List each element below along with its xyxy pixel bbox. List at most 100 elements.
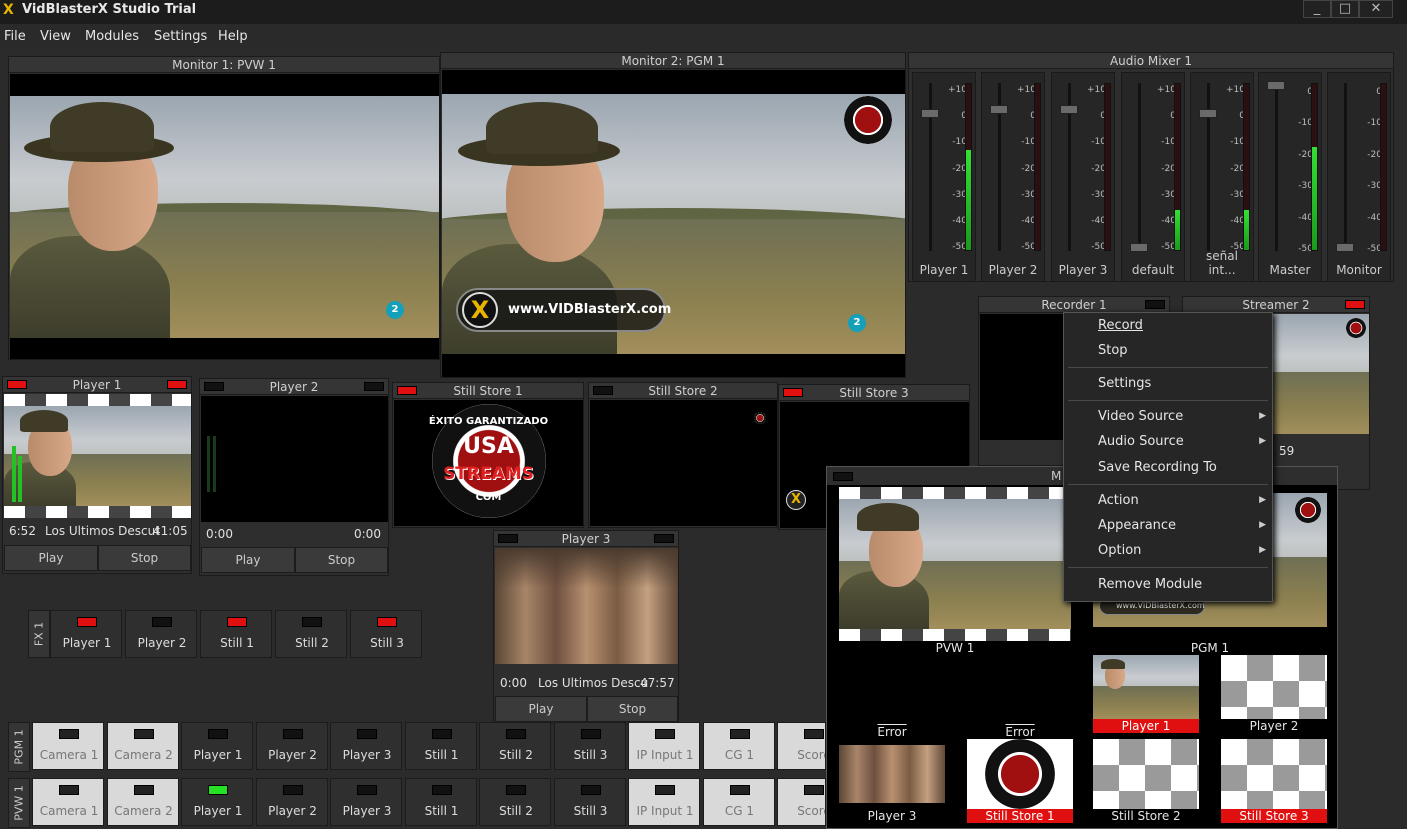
scale-label: -20 — [1367, 149, 1382, 160]
pvw-button-0[interactable]: Camera 1 — [32, 778, 104, 826]
player-2-panel[interactable]: Player 2 0:00 0:00 Play Stop — [199, 378, 389, 576]
pvw-button-5[interactable]: Still 1 — [404, 778, 477, 826]
level-meter — [1174, 83, 1181, 251]
context-menu-appearance[interactable]: Appearance — [1098, 518, 1176, 534]
context-menu-audio-source[interactable]: Audio Source — [1098, 434, 1184, 450]
menu-help[interactable]: Help — [218, 28, 248, 46]
pgm-button-9[interactable]: CG 1 — [702, 722, 775, 770]
player-2-stop-button[interactable]: Stop — [295, 547, 388, 573]
scale-label: -50 — [1298, 244, 1313, 255]
multiview-led — [833, 472, 853, 481]
context-menu-stop[interactable]: Stop — [1098, 343, 1128, 359]
close-button[interactable]: ✕ — [1359, 0, 1393, 18]
menu-file[interactable]: File — [4, 28, 26, 46]
still-store-1-image: ÉXITO GARANTIZADO USA STREAMS COM — [394, 400, 583, 526]
switcher-button-label: Player 2 — [137, 636, 187, 650]
pvw-button-10[interactable]: Score — [777, 778, 826, 826]
player-2-play-button[interactable]: Play — [201, 547, 295, 573]
pgm-button-10[interactable]: Score — [777, 722, 826, 770]
tally-indicator — [77, 617, 97, 627]
context-menu-record[interactable]: Record — [1098, 318, 1143, 334]
still-store-3-led — [783, 388, 803, 397]
player-2-led-left — [204, 382, 224, 391]
monitor-1-panel[interactable]: Monitor 1: PVW 1 2 — [8, 56, 440, 360]
menu-view[interactable]: View — [40, 28, 71, 46]
maximize-button[interactable]: □ — [1331, 0, 1359, 18]
monitor-2-panel[interactable]: Monitor 2: PGM 1 2 X www.VIDBlasterX.com — [440, 52, 906, 378]
scale-label: -50 — [1161, 242, 1176, 253]
app-title: VidBlasterX Studio Trial — [22, 2, 197, 17]
fader-track — [1275, 83, 1278, 251]
monitor-2-title: Monitor 2: PGM 1 — [441, 53, 905, 69]
logo-main-text: STREAMS — [443, 464, 534, 484]
menu-modules[interactable]: Modules — [85, 28, 139, 46]
scale-label: -50 — [1367, 244, 1382, 255]
still-store-2-panel[interactable]: Still Store 2 — [588, 382, 778, 528]
pvw-button-8[interactable]: IP Input 1 — [628, 778, 700, 826]
pgm-button-4[interactable]: Player 3 — [330, 722, 402, 770]
pgm-button-5[interactable]: Still 1 — [404, 722, 477, 770]
context-menu-video-source[interactable]: Video Source — [1098, 409, 1183, 425]
scale-label: -40 — [1021, 216, 1036, 227]
pvw-button-1[interactable]: Camera 2 — [106, 778, 179, 826]
scale-label: -40 — [1161, 216, 1176, 227]
audio-channel-1: +10 0 -10 -20 -30 -40 -50 Player 2 — [981, 72, 1045, 282]
multiview-tile-label-still-store-2: Still Store 2 — [1111, 809, 1181, 823]
pgm-button-8[interactable]: IP Input 1 — [628, 722, 700, 770]
usa-streams-logo-icon — [1295, 497, 1321, 523]
pvw-button-7[interactable]: Still 3 — [553, 778, 626, 826]
fx-button-0[interactable]: Player 1 — [50, 610, 122, 658]
ip-input-icon: 2 — [848, 314, 866, 332]
audio-channel-name: Player 3 — [1058, 263, 1108, 277]
pvw-button-4[interactable]: Player 3 — [330, 778, 402, 826]
fader-track — [1344, 83, 1347, 251]
player-3-panel[interactable]: Player 3 0:00 Los Ultimos Descu 47:57 Pl… — [493, 530, 679, 724]
scale-label: -50 — [1021, 242, 1036, 253]
pvw-button-9[interactable]: CG 1 — [702, 778, 775, 826]
audio-channel-name: señal int... — [1206, 249, 1238, 277]
menu-settings[interactable]: Settings — [154, 28, 207, 46]
scale-label: -20 — [1161, 163, 1176, 174]
pvw-button-2[interactable]: Player 1 — [181, 778, 253, 826]
pvw-button-6[interactable]: Still 2 — [479, 778, 551, 826]
level-meter — [965, 83, 972, 251]
fx-button-3[interactable]: Still 2 — [275, 610, 347, 658]
switcher-button-label: Camera 1 — [39, 748, 99, 762]
tally-indicator — [282, 729, 303, 739]
fx-button-1[interactable]: Player 2 — [125, 610, 197, 658]
fx-button-2[interactable]: Still 1 — [200, 610, 272, 658]
monitor-1-video: 2 — [10, 74, 439, 359]
context-menu-save-recording[interactable]: Save Recording To — [1098, 460, 1217, 476]
pvw-button-3[interactable]: Player 2 — [255, 778, 328, 826]
context-menu-remove-module[interactable]: Remove Module — [1098, 577, 1202, 593]
pgm-button-0[interactable]: Camera 1 — [32, 722, 104, 770]
still-store-1-panel[interactable]: Still Store 1 ÉXITO GARANTIZADO USA STRE… — [392, 382, 584, 528]
context-menu-option[interactable]: Option — [1098, 543, 1141, 559]
audio-channel-name: default — [1131, 263, 1175, 277]
pgm-button-1[interactable]: Camera 2 — [106, 722, 179, 770]
multiview-tile-still-store-1 — [967, 739, 1073, 809]
player-1-panel[interactable]: Player 1 6:52 Los Ultimos Descut 41:05 P… — [2, 376, 192, 574]
scale-label: -20 — [1021, 163, 1036, 174]
player-1-stop-button[interactable]: Stop — [98, 545, 191, 571]
level-meter — [1243, 83, 1250, 251]
pgm-button-3[interactable]: Player 2 — [255, 722, 328, 770]
minimize-button[interactable]: _ — [1303, 0, 1331, 18]
pgm-button-6[interactable]: Still 2 — [479, 722, 551, 770]
player-3-stop-button[interactable]: Stop — [587, 696, 678, 722]
context-menu-settings[interactable]: Settings — [1098, 376, 1151, 392]
context-menu-action[interactable]: Action — [1098, 493, 1139, 509]
player-3-play-button[interactable]: Play — [495, 696, 587, 722]
player-1-play-button[interactable]: Play — [4, 545, 98, 571]
fx-button-4[interactable]: Still 3 — [350, 610, 422, 658]
pgm-button-7[interactable]: Still 3 — [553, 722, 626, 770]
multiview-tile-still-store-3 — [1221, 739, 1327, 809]
scale-label: -50 — [1091, 242, 1106, 253]
scale-label: -40 — [1230, 216, 1245, 227]
scale-label: -10 — [952, 137, 967, 148]
level-meter — [1311, 83, 1318, 251]
switcher-button-label: Player 1 — [193, 748, 243, 762]
switcher-button-label: Still 3 — [370, 636, 404, 650]
audio-channel-3: +10 0 -10 -20 -30 -40 -50 default — [1121, 72, 1185, 282]
pgm-button-2[interactable]: Player 1 — [181, 722, 253, 770]
